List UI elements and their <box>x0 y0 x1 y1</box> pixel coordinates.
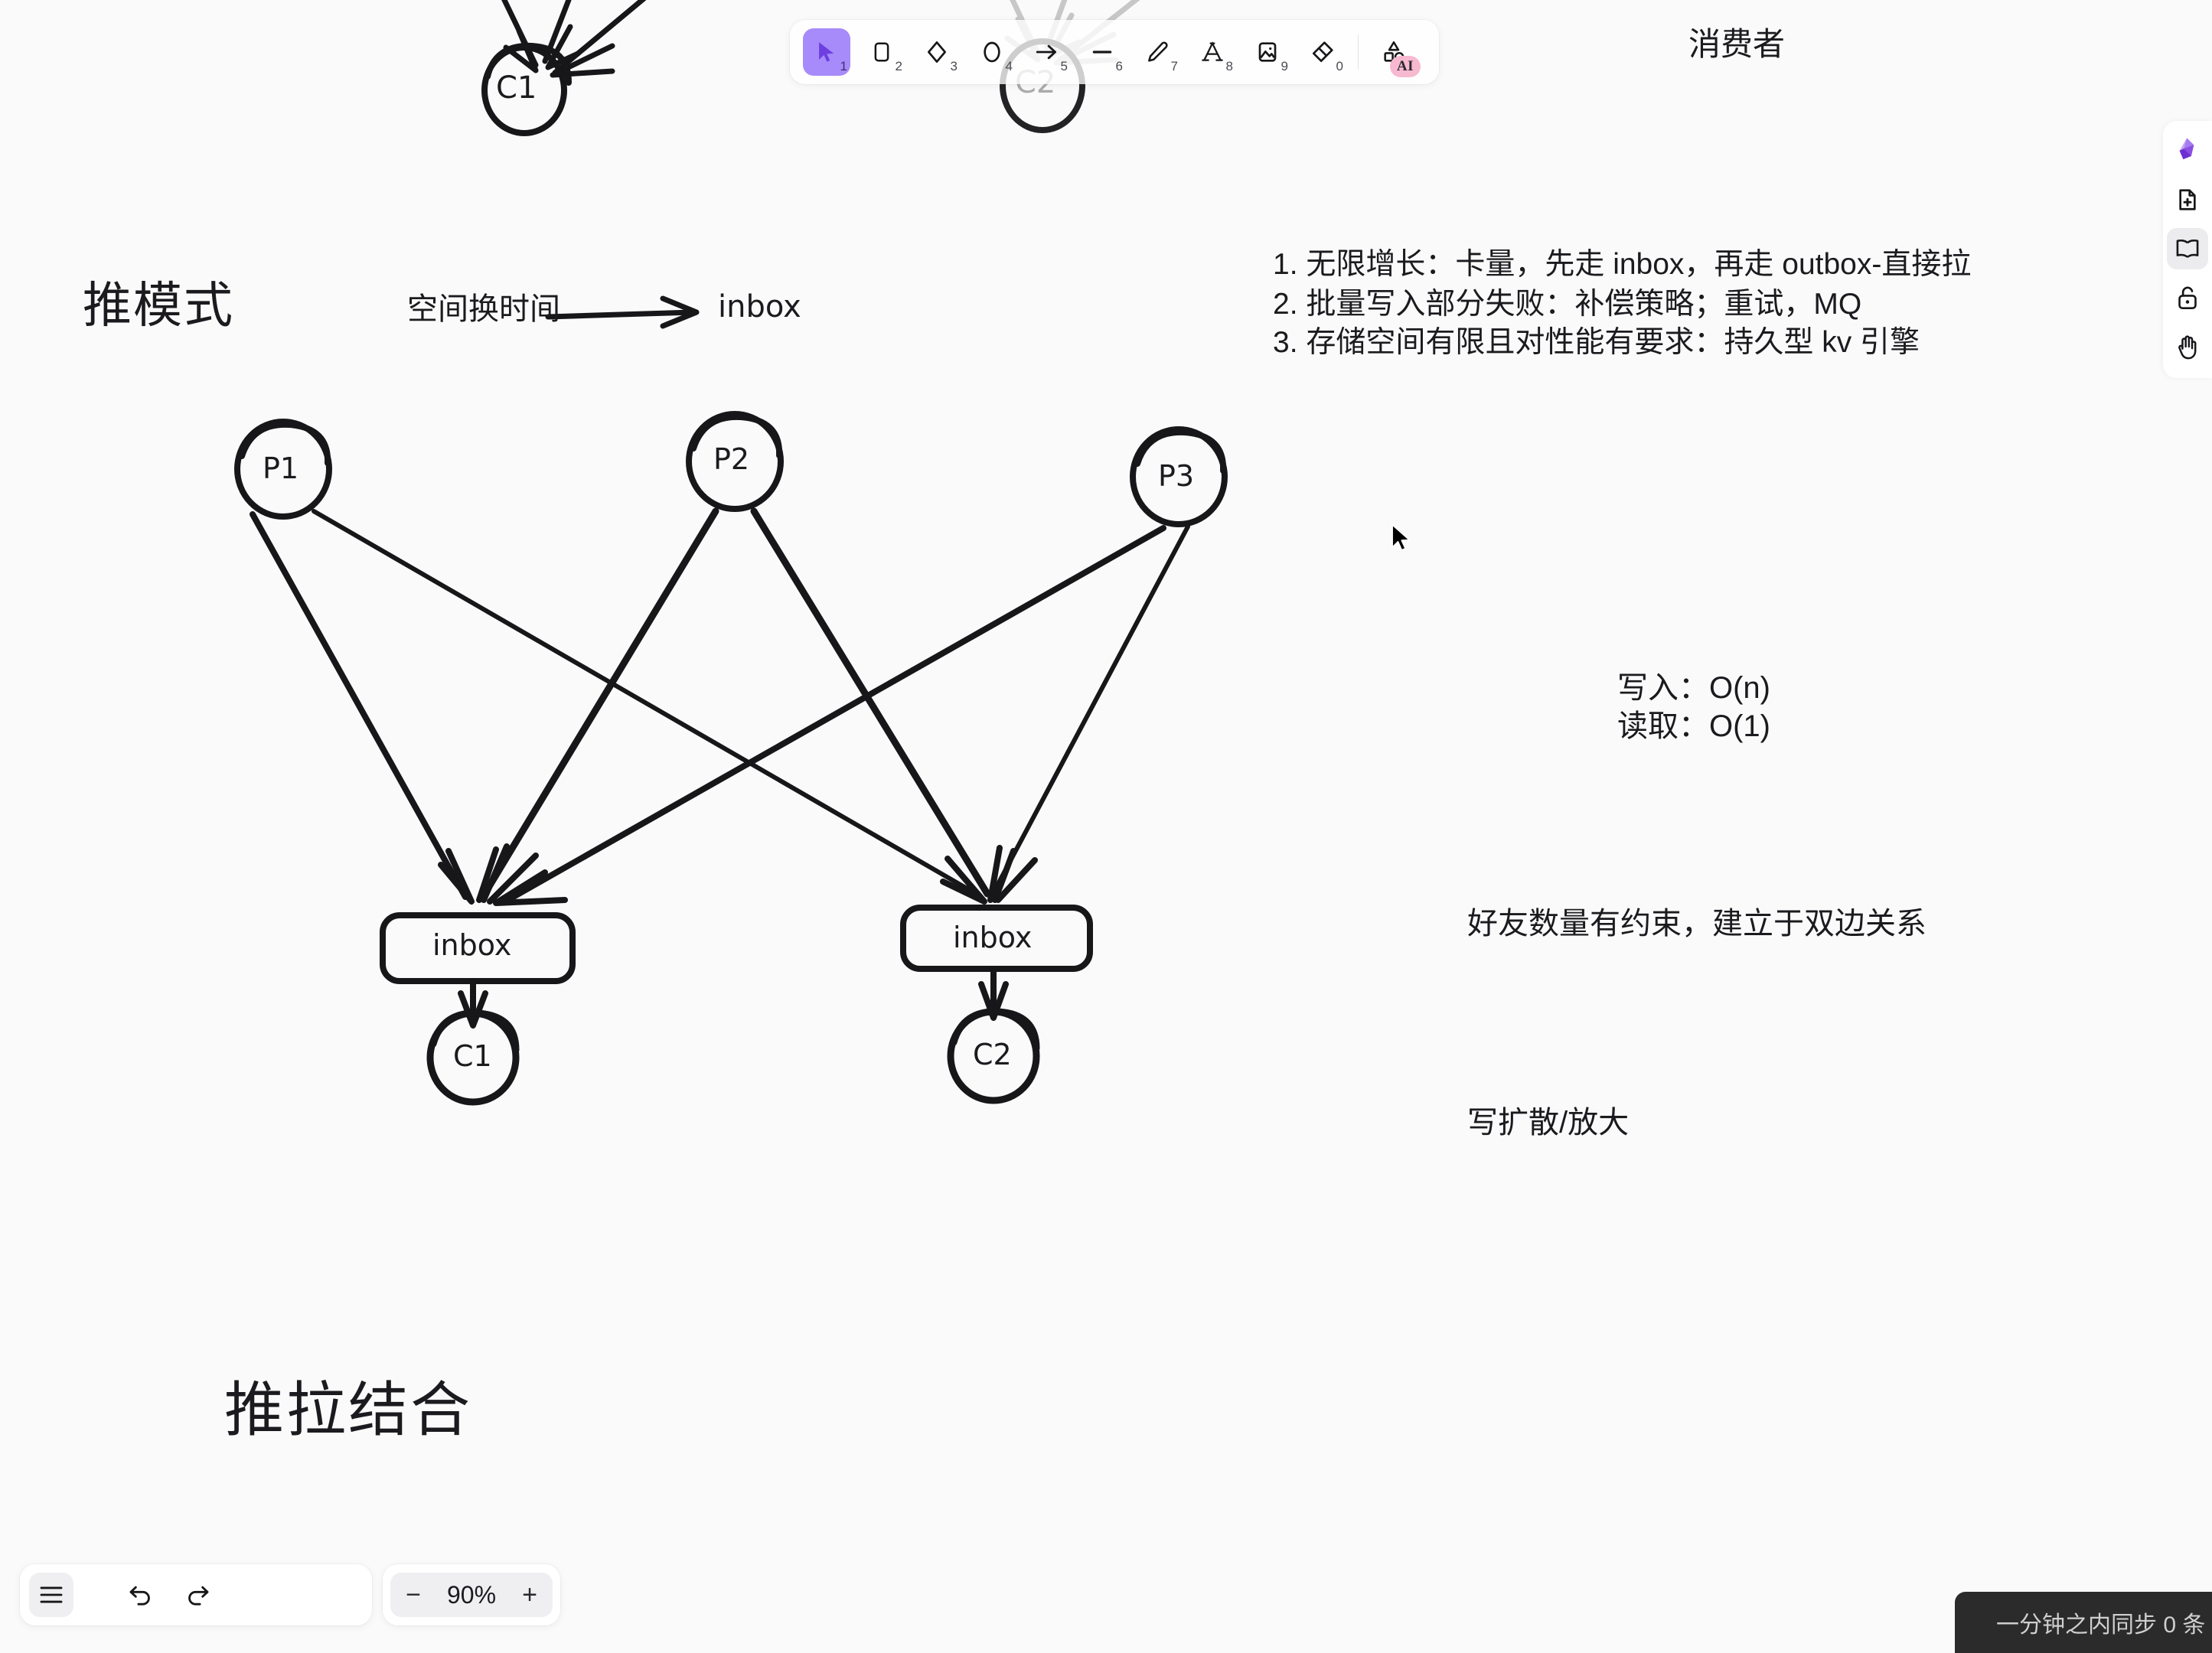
heading-push-pull[interactable]: 推拉结合 <box>224 1362 472 1448</box>
arrow-tool[interactable]: 5 <box>1023 28 1071 76</box>
diamond-icon <box>928 41 946 63</box>
label-consumer[interactable]: 消费者 <box>1688 23 1785 66</box>
shapes-ai-tool[interactable]: AI <box>1370 28 1421 77</box>
ellipse-icon <box>984 41 1000 63</box>
node-label-inbox-left[interactable]: inbox <box>432 928 511 962</box>
node-label-top-c1[interactable]: C1 <box>496 70 537 106</box>
text-tool[interactable]: 8 <box>1189 28 1236 76</box>
node-label-c2[interactable]: C2 <box>973 1038 1012 1071</box>
whiteboard-app: inbox arrow ===== --> <box>0 0 2212 1653</box>
heading-push-mode[interactable]: 推模式 <box>83 266 234 337</box>
unlock-icon <box>2178 286 2197 310</box>
rectangle-icon <box>874 42 889 62</box>
node-label-p3[interactable]: P3 <box>1158 459 1194 493</box>
shortcut-1: 1 <box>840 59 847 73</box>
shortcut-2: 2 <box>895 59 902 73</box>
hamburger-menu-button[interactable] <box>29 1573 73 1617</box>
redo-button[interactable] <box>176 1573 220 1617</box>
zoom-in-button[interactable]: + <box>511 1576 548 1613</box>
line-icon <box>1092 51 1112 54</box>
node-label-p2[interactable]: P2 <box>713 442 749 476</box>
shortcut-4: 4 <box>1005 59 1013 73</box>
ai-badge[interactable]: AI <box>1389 56 1421 77</box>
note-read-complexity[interactable]: 读取：O(1) <box>1617 706 1770 747</box>
bottom-toolbar[interactable]: − 90% + <box>20 1564 560 1625</box>
label-inbox-arrow-target[interactable]: inbox <box>718 289 801 324</box>
diamond-tool[interactable]: 3 <box>913 28 961 76</box>
shortcut-0: 0 <box>1336 59 1343 73</box>
rectangle-tool[interactable]: 2 <box>858 28 905 76</box>
note-write-fanout[interactable]: 写扩散/放大 <box>1467 1102 1629 1143</box>
note-line-3[interactable]: 3. 存储空间有限且对性能有要求：持久型 kv 引擎 <box>1273 323 1920 363</box>
cursor-icon <box>819 42 834 62</box>
text-a-icon <box>1202 41 1223 61</box>
image-icon <box>1258 42 1277 62</box>
hand-tool[interactable] <box>2167 326 2208 367</box>
label-space-for-time[interactable]: 空间换时间 <box>407 289 560 331</box>
tool-palette[interactable]: 1 2 3 4 5 6 7 8 9 0 AI <box>790 20 1439 84</box>
shortcut-3: 3 <box>950 59 958 73</box>
node-label-p1[interactable]: P1 <box>263 452 299 485</box>
menu-undo-redo-pane <box>20 1564 372 1625</box>
ellipse-tool[interactable]: 4 <box>968 28 1016 76</box>
file-plus-icon <box>2179 189 2196 210</box>
redo-icon <box>188 1586 209 1606</box>
zoom-pane: − 90% + <box>383 1564 560 1625</box>
gem-logo[interactable] <box>2167 130 2208 171</box>
gem-icon <box>2179 138 2194 160</box>
shortcut-7: 7 <box>1170 59 1178 73</box>
undo-icon <box>129 1586 150 1606</box>
eraser-tool[interactable]: 0 <box>1299 28 1346 76</box>
node-label-inbox-right[interactable]: inbox <box>953 921 1032 954</box>
pencil-tool[interactable]: 7 <box>1134 28 1181 76</box>
toolbar-divider <box>1358 34 1359 70</box>
lock-button[interactable] <box>2167 277 2208 318</box>
eraser-icon <box>1312 41 1333 63</box>
hamburger-icon <box>40 1586 63 1603</box>
library-button[interactable] <box>2167 228 2208 269</box>
undo-button[interactable] <box>118 1573 162 1617</box>
new-file-button[interactable] <box>2167 179 2208 220</box>
line-tool[interactable]: 6 <box>1078 28 1126 76</box>
drawing-canvas[interactable]: inbox arrow ===== --> <box>0 0 2212 1653</box>
sync-status-bar: 一分钟之内同步 0 条 <box>1955 1592 2212 1653</box>
zoom-level-label[interactable]: 90% <box>432 1581 511 1609</box>
book-icon <box>2176 239 2199 258</box>
hand-icon <box>2178 335 2197 360</box>
zoom-control: − 90% + <box>390 1573 553 1617</box>
shortcut-9: 9 <box>1281 59 1288 73</box>
note-write-complexity[interactable]: 写入：O(n) <box>1617 667 1770 709</box>
node-label-c1[interactable]: C1 <box>453 1039 492 1073</box>
note-friends-constraint[interactable]: 好友数量有约束，建立于双边关系 <box>1467 903 1927 944</box>
note-line-2[interactable]: 2. 批量写入部分失败：补偿策略；重试，MQ <box>1273 285 1861 324</box>
arrow-icon <box>1036 44 1057 60</box>
zoom-out-button[interactable]: − <box>395 1576 432 1613</box>
shortcut-8: 8 <box>1225 59 1233 73</box>
select-tool[interactable]: 1 <box>803 28 850 76</box>
right-sidebar[interactable] <box>2163 121 2212 378</box>
shortcut-5: 5 <box>1060 59 1068 73</box>
pencil-icon <box>1148 41 1168 62</box>
note-line-1[interactable]: 1. 无限增长：卡量，先走 inbox，再走 outbox-直接拉 <box>1273 245 1971 285</box>
image-tool[interactable]: 9 <box>1244 28 1291 76</box>
shortcut-6: 6 <box>1115 59 1123 73</box>
